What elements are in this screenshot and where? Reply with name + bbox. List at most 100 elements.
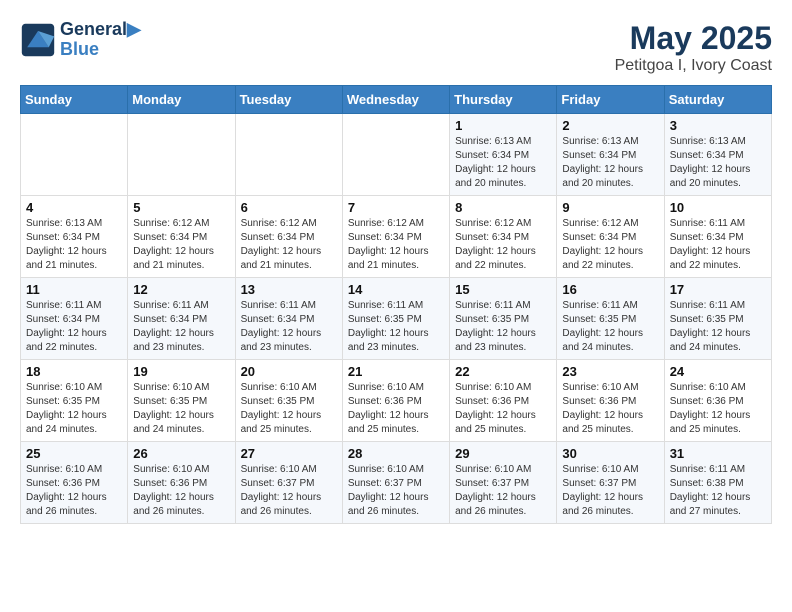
calendar-cell: 10 Sunrise: 6:11 AM Sunset: 6:34 PM Dayli… xyxy=(664,196,771,278)
calendar-week-row: 11 Sunrise: 6:11 AM Sunset: 6:34 PM Dayli… xyxy=(21,278,772,360)
weekday-header: Monday xyxy=(128,86,235,114)
day-info: Sunrise: 6:12 AM Sunset: 6:34 PM Dayligh… xyxy=(241,217,337,273)
day-number: 10 xyxy=(670,200,766,215)
day-info: Sunrise: 6:12 AM Sunset: 6:34 PM Dayligh… xyxy=(455,217,551,273)
weekday-header: Wednesday xyxy=(342,86,449,114)
day-number: 3 xyxy=(670,118,766,133)
day-info: Sunrise: 6:10 AM Sunset: 6:37 PM Dayligh… xyxy=(348,463,444,519)
page-header: General▶ Blue May 2025 Petitgoa I, Ivory… xyxy=(20,20,772,75)
day-info: Sunrise: 6:10 AM Sunset: 6:36 PM Dayligh… xyxy=(670,381,766,437)
day-number: 24 xyxy=(670,364,766,379)
calendar-cell: 23 Sunrise: 6:10 AM Sunset: 6:36 PM Dayli… xyxy=(557,360,664,442)
day-info: Sunrise: 6:11 AM Sunset: 6:38 PM Dayligh… xyxy=(670,463,766,519)
day-number: 12 xyxy=(133,282,229,297)
day-number: 11 xyxy=(26,282,122,297)
calendar-cell: 11Sunrise: 6:11 AM Sunset: 6:34 PM Dayli… xyxy=(21,278,128,360)
day-info: Sunrise: 6:13 AM Sunset: 6:34 PM Dayligh… xyxy=(455,135,551,191)
calendar-cell: 1 Sunrise: 6:13 AM Sunset: 6:34 PM Daylig… xyxy=(450,114,557,196)
day-number: 7 xyxy=(348,200,444,215)
month-title: May 2025 xyxy=(615,20,772,57)
calendar-header-row: SundayMondayTuesdayWednesdayThursdayFrid… xyxy=(21,86,772,114)
day-info: Sunrise: 6:10 AM Sunset: 6:35 PM Dayligh… xyxy=(241,381,337,437)
day-number: 27 xyxy=(241,446,337,461)
day-number: 16 xyxy=(562,282,658,297)
calendar-cell: 27Sunrise: 6:10 AM Sunset: 6:37 PM Dayli… xyxy=(235,442,342,524)
day-info: Sunrise: 6:13 AM Sunset: 6:34 PM Dayligh… xyxy=(562,135,658,191)
calendar-cell xyxy=(21,114,128,196)
weekday-header: Friday xyxy=(557,86,664,114)
title-block: May 2025 Petitgoa I, Ivory Coast xyxy=(615,20,772,75)
day-info: Sunrise: 6:11 AM Sunset: 6:35 PM Dayligh… xyxy=(562,299,658,355)
day-info: Sunrise: 6:11 AM Sunset: 6:34 PM Dayligh… xyxy=(670,217,766,273)
day-number: 28 xyxy=(348,446,444,461)
weekday-header: Saturday xyxy=(664,86,771,114)
day-number: 18 xyxy=(26,364,122,379)
logo: General▶ Blue xyxy=(20,20,141,60)
calendar-cell: 22Sunrise: 6:10 AM Sunset: 6:36 PM Dayli… xyxy=(450,360,557,442)
day-info: Sunrise: 6:10 AM Sunset: 6:35 PM Dayligh… xyxy=(133,381,229,437)
calendar-cell xyxy=(235,114,342,196)
weekday-header: Thursday xyxy=(450,86,557,114)
logo-icon xyxy=(20,22,56,58)
day-number: 6 xyxy=(241,200,337,215)
day-number: 29 xyxy=(455,446,551,461)
day-info: Sunrise: 6:10 AM Sunset: 6:36 PM Dayligh… xyxy=(133,463,229,519)
day-info: Sunrise: 6:11 AM Sunset: 6:35 PM Dayligh… xyxy=(455,299,551,355)
calendar-cell: 28 Sunrise: 6:10 AM Sunset: 6:37 PM Dayli… xyxy=(342,442,449,524)
calendar-cell: 31Sunrise: 6:11 AM Sunset: 6:38 PM Dayli… xyxy=(664,442,771,524)
day-number: 13 xyxy=(241,282,337,297)
day-info: Sunrise: 6:13 AM Sunset: 6:34 PM Dayligh… xyxy=(670,135,766,191)
calendar-cell: 6 Sunrise: 6:12 AM Sunset: 6:34 PM Daylig… xyxy=(235,196,342,278)
calendar-cell: 26 Sunrise: 6:10 AM Sunset: 6:36 PM Dayli… xyxy=(128,442,235,524)
day-info: Sunrise: 6:12 AM Sunset: 6:34 PM Dayligh… xyxy=(348,217,444,273)
day-number: 21 xyxy=(348,364,444,379)
day-info: Sunrise: 6:10 AM Sunset: 6:35 PM Dayligh… xyxy=(26,381,122,437)
day-info: Sunrise: 6:10 AM Sunset: 6:37 PM Dayligh… xyxy=(455,463,551,519)
calendar-cell: 16 Sunrise: 6:11 AM Sunset: 6:35 PM Dayli… xyxy=(557,278,664,360)
calendar-week-row: 4Sunrise: 6:13 AM Sunset: 6:34 PM Daylig… xyxy=(21,196,772,278)
calendar-cell: 2 Sunrise: 6:13 AM Sunset: 6:34 PM Daylig… xyxy=(557,114,664,196)
day-info: Sunrise: 6:11 AM Sunset: 6:34 PM Dayligh… xyxy=(241,299,337,355)
day-info: Sunrise: 6:12 AM Sunset: 6:34 PM Dayligh… xyxy=(133,217,229,273)
day-number: 14 xyxy=(348,282,444,297)
calendar-cell: 21 Sunrise: 6:10 AM Sunset: 6:36 PM Dayli… xyxy=(342,360,449,442)
calendar-cell: 8 Sunrise: 6:12 AM Sunset: 6:34 PM Daylig… xyxy=(450,196,557,278)
day-number: 1 xyxy=(455,118,551,133)
day-number: 19 xyxy=(133,364,229,379)
day-number: 23 xyxy=(562,364,658,379)
day-number: 20 xyxy=(241,364,337,379)
calendar-cell: 3 Sunrise: 6:13 AM Sunset: 6:34 PM Daylig… xyxy=(664,114,771,196)
calendar-cell: 24 Sunrise: 6:10 AM Sunset: 6:36 PM Dayli… xyxy=(664,360,771,442)
day-number: 8 xyxy=(455,200,551,215)
weekday-header: Tuesday xyxy=(235,86,342,114)
calendar-table: SundayMondayTuesdayWednesdayThursdayFrid… xyxy=(20,85,772,524)
calendar-cell: 29 Sunrise: 6:10 AM Sunset: 6:37 PM Dayli… xyxy=(450,442,557,524)
calendar-cell xyxy=(342,114,449,196)
day-info: Sunrise: 6:11 AM Sunset: 6:35 PM Dayligh… xyxy=(348,299,444,355)
day-number: 9 xyxy=(562,200,658,215)
location: Petitgoa I, Ivory Coast xyxy=(615,57,772,75)
day-info: Sunrise: 6:10 AM Sunset: 6:37 PM Dayligh… xyxy=(562,463,658,519)
calendar-cell: 14 Sunrise: 6:11 AM Sunset: 6:35 PM Dayli… xyxy=(342,278,449,360)
calendar-cell: 9Sunrise: 6:12 AM Sunset: 6:34 PM Daylig… xyxy=(557,196,664,278)
weekday-header: Sunday xyxy=(21,86,128,114)
calendar-cell: 4Sunrise: 6:13 AM Sunset: 6:34 PM Daylig… xyxy=(21,196,128,278)
calendar-cell: 5 Sunrise: 6:12 AM Sunset: 6:34 PM Daylig… xyxy=(128,196,235,278)
day-number: 26 xyxy=(133,446,229,461)
calendar-cell: 12Sunrise: 6:11 AM Sunset: 6:34 PM Dayli… xyxy=(128,278,235,360)
day-info: Sunrise: 6:10 AM Sunset: 6:36 PM Dayligh… xyxy=(562,381,658,437)
calendar-cell: 15 Sunrise: 6:11 AM Sunset: 6:35 PM Dayli… xyxy=(450,278,557,360)
day-info: Sunrise: 6:10 AM Sunset: 6:36 PM Dayligh… xyxy=(26,463,122,519)
calendar-cell: 25 Sunrise: 6:10 AM Sunset: 6:36 PM Dayli… xyxy=(21,442,128,524)
day-number: 2 xyxy=(562,118,658,133)
day-number: 5 xyxy=(133,200,229,215)
day-number: 17 xyxy=(670,282,766,297)
day-info: Sunrise: 6:10 AM Sunset: 6:36 PM Dayligh… xyxy=(455,381,551,437)
day-info: Sunrise: 6:10 AM Sunset: 6:36 PM Dayligh… xyxy=(348,381,444,437)
calendar-cell xyxy=(128,114,235,196)
calendar-cell: 20 Sunrise: 6:10 AM Sunset: 6:35 PM Dayli… xyxy=(235,360,342,442)
day-number: 25 xyxy=(26,446,122,461)
day-info: Sunrise: 6:13 AM Sunset: 6:34 PM Dayligh… xyxy=(26,217,122,273)
day-number: 15 xyxy=(455,282,551,297)
calendar-week-row: 25 Sunrise: 6:10 AM Sunset: 6:36 PM Dayli… xyxy=(21,442,772,524)
